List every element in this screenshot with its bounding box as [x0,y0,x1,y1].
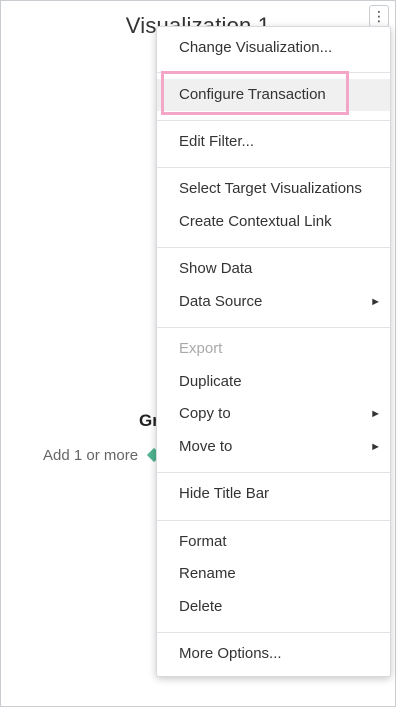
menu-item-format[interactable]: Format [157,526,390,558]
submenu-arrow-icon: ► [370,441,381,453]
submenu-arrow-icon: ► [370,408,381,420]
menu-item-select-target-visualizations[interactable]: Select Target Visualizations [157,173,390,205]
menu-separator [157,167,390,168]
menu-item-label: Data Source [179,293,263,310]
more-options-icon[interactable]: ⋮ [369,5,389,27]
menu-item-move-to[interactable]: Move to ► [157,431,390,463]
visualization-hint: Add 1 or more [43,447,139,464]
menu-item-duplicate[interactable]: Duplicate [157,366,390,398]
menu-separator [157,247,390,248]
menu-item-label: Move to [179,438,233,455]
menu-item-data-source[interactable]: Data Source ► [157,286,390,318]
menu-item-change-visualization[interactable]: Change Visualization... [157,32,390,64]
menu-item-create-contextual-link[interactable]: Create Contextual Link [157,206,390,238]
menu-separator [157,327,390,328]
menu-item-delete[interactable]: Delete [157,591,390,623]
context-menu: Change Visualization... Configure Transa… [156,26,391,677]
menu-separator [157,472,390,473]
menu-item-rename[interactable]: Rename [157,558,390,590]
menu-item-export: Export [179,340,223,357]
menu-item-hide-title-bar[interactable]: Hide Title Bar [157,478,390,510]
menu-item-show-data[interactable]: Show Data [157,253,390,285]
highlight-box [161,71,349,115]
menu-item-edit-filter[interactable]: Edit Filter... [157,126,390,158]
menu-separator [157,632,390,633]
menu-item-label: Copy to [179,405,231,422]
menu-item-copy-to[interactable]: Copy to ► [157,398,390,430]
menu-separator [157,120,390,121]
submenu-arrow-icon: ► [370,296,381,308]
menu-separator [157,520,390,521]
menu-item-more-options[interactable]: More Options... [157,638,390,670]
